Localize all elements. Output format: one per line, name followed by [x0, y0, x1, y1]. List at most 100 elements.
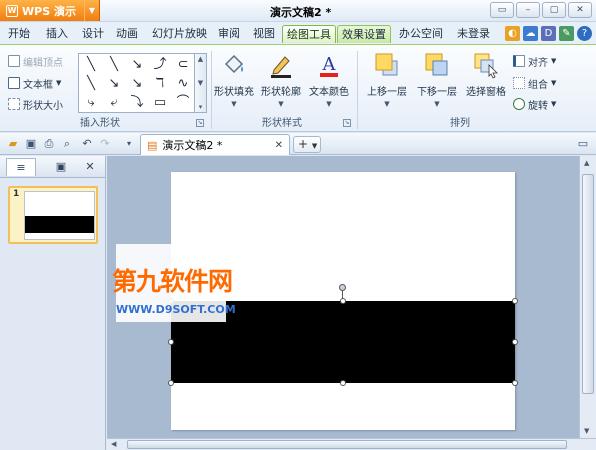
slide-thumbnail[interactable]: 1: [8, 186, 98, 244]
close-button[interactable]: ✕: [568, 2, 592, 18]
wps-app-button[interactable]: W WPS 演示 ▼: [0, 0, 100, 21]
tab-review[interactable]: 审阅: [216, 25, 242, 43]
skin-icon[interactable]: ◐: [505, 26, 520, 41]
quick-access-toolbar: ▰ ▣ ⎙ ⌕ ↶ ↷ ▾ ▤ 演示文稿2 * ✕ + ▼ ▭: [0, 133, 596, 155]
send-backward-button[interactable]: 下移一层 ▼: [413, 51, 461, 108]
gallery-shape[interactable]: ↘: [127, 56, 147, 74]
gallery-shape[interactable]: ⊂: [173, 56, 193, 74]
chevron-left-icon[interactable]: ◀: [111, 440, 116, 448]
tab-animation[interactable]: 动画: [114, 25, 140, 43]
selection-pane-label: 选择窗格: [466, 87, 506, 98]
undo-icon[interactable]: ↶: [80, 137, 94, 151]
textbox-button[interactable]: 文本框 ▼: [8, 75, 61, 91]
wps-logo-icon: W: [6, 4, 18, 17]
horizontal-scroll-thumb[interactable]: [127, 440, 567, 449]
tab-list-icon[interactable]: ▭: [576, 137, 590, 151]
group-button[interactable]: 组合 ▼: [513, 75, 556, 91]
docer-icon[interactable]: D: [541, 26, 556, 41]
tab-drawing-tools[interactable]: 绘图工具: [282, 25, 336, 43]
shape-fill-button[interactable]: 形状填充 ▼: [212, 51, 256, 108]
bring-forward-icon: [373, 51, 401, 79]
vertical-scrollbar[interactable]: ▲ ▼: [579, 156, 596, 438]
customize-toolbar-icon[interactable]: ▾: [122, 137, 136, 151]
selection-pane-button[interactable]: 选择窗格: [462, 51, 510, 98]
gallery-shape[interactable]: ↘: [127, 75, 147, 93]
gallery-shape[interactable]: ∿: [173, 75, 193, 93]
tab-office-space[interactable]: 办公空间: [397, 25, 445, 43]
restore-layout-button[interactable]: ▭: [490, 2, 514, 18]
feedback-icon[interactable]: ✎: [559, 26, 574, 41]
close-icon[interactable]: ✕: [275, 140, 283, 151]
rotate-label: 旋转: [528, 100, 548, 112]
resize-handle-se[interactable]: [512, 380, 518, 386]
resize-handle-s[interactable]: [340, 380, 346, 386]
title-bar: W WPS 演示 ▼ 演示文稿2 * ▭ – ▢ ✕: [0, 0, 596, 22]
gallery-shape[interactable]: ↘: [104, 75, 124, 93]
resize-handle-e[interactable]: [512, 339, 518, 345]
tab-outline[interactable]: ≡: [6, 158, 36, 176]
align-button[interactable]: 对齐 ▼: [513, 53, 556, 69]
gallery-shape[interactable]: ▭: [150, 94, 170, 112]
text-color-button[interactable]: A 文本颜色 ▼: [307, 51, 351, 108]
tab-slides[interactable]: ▣: [46, 158, 76, 176]
shape-fill-label: 形状填充: [214, 87, 254, 98]
horizontal-scrollbar[interactable]: ◀: [107, 438, 596, 450]
login-link[interactable]: 未登录: [455, 25, 492, 43]
bring-forward-label: 上移一层: [367, 87, 407, 98]
gallery-shape[interactable]: ⤵: [127, 94, 147, 112]
document-tab[interactable]: ▤ 演示文稿2 * ✕: [140, 134, 290, 155]
gallery-shape[interactable]: ⤶: [104, 94, 124, 112]
resize-handle-ne[interactable]: [512, 298, 518, 304]
expand-gallery-icon[interactable]: ▾: [199, 103, 203, 111]
redo-icon[interactable]: ↷: [98, 137, 112, 151]
resize-handle-sw[interactable]: [168, 380, 174, 386]
rotation-handle[interactable]: [339, 284, 346, 291]
gallery-shape[interactable]: ℸ: [150, 75, 170, 93]
shape-style-launcher-icon[interactable]: ↘: [343, 119, 351, 127]
save-icon[interactable]: ▣: [24, 137, 38, 151]
tab-design[interactable]: 设计: [80, 25, 106, 43]
chevron-down-icon[interactable]: ▼: [198, 79, 203, 87]
rotate-button[interactable]: 旋转 ▼: [513, 96, 556, 112]
print-icon[interactable]: ⎙: [42, 137, 56, 151]
chevron-down-icon[interactable]: ▼: [84, 0, 99, 21]
group-icon: [513, 77, 525, 89]
chevron-up-icon[interactable]: ▲: [198, 55, 203, 63]
shape-size-button[interactable]: 形状大小: [8, 96, 63, 112]
tab-slideshow[interactable]: 幻灯片放映: [150, 25, 209, 43]
close-pane-icon[interactable]: ✕: [78, 158, 102, 176]
gallery-shape[interactable]: ╲: [104, 56, 124, 74]
maximize-button[interactable]: ▢: [542, 2, 566, 18]
chevron-down-icon[interactable]: ▼: [584, 427, 589, 435]
tab-effect-settings[interactable]: 效果设置: [337, 25, 391, 43]
tab-home[interactable]: 开始: [6, 25, 32, 43]
edit-points-button[interactable]: 编辑顶点: [8, 53, 63, 69]
gallery-shape[interactable]: ⌒: [173, 94, 193, 112]
cloud-icon[interactable]: ☁: [523, 26, 538, 41]
chevron-down-icon: ▼: [551, 79, 557, 87]
insert-shape-launcher-icon[interactable]: ↘: [196, 119, 204, 127]
chevron-up-icon[interactable]: ▲: [584, 159, 589, 167]
resize-handle-n[interactable]: [340, 298, 346, 304]
shape-outline-button[interactable]: 形状轮廓 ▼: [259, 51, 303, 108]
gallery-shape[interactable]: ⤷: [81, 94, 101, 112]
help-icon[interactable]: ?: [577, 26, 592, 41]
window-title: 演示文稿2 *: [270, 6, 332, 19]
vertical-scroll-thumb[interactable]: [582, 174, 594, 394]
edit-points-icon: [8, 55, 20, 67]
resize-handle-w[interactable]: [168, 339, 174, 345]
bring-forward-button[interactable]: 上移一层 ▼: [363, 51, 411, 108]
new-tab-button[interactable]: + ▼: [293, 136, 321, 153]
shape-gallery[interactable]: ╲ ╲ ↘ ⤴ ⊂ ╲ ↘ ↘ ℸ ∿ ⤷ ⤶ ⤵ ▭ ⌒: [78, 53, 195, 113]
tab-view[interactable]: 视图: [251, 25, 277, 43]
shape-outline-label: 形状轮廓: [261, 87, 301, 98]
slides-pane: ≡ ▣ ✕ 1: [0, 156, 106, 450]
gallery-scrollbar[interactable]: ▲ ▼ ▾: [195, 53, 207, 113]
open-folder-icon[interactable]: ▰: [6, 137, 20, 151]
tab-insert[interactable]: 插入: [44, 25, 70, 43]
minimize-button[interactable]: –: [516, 2, 540, 18]
gallery-shape[interactable]: ⤴: [150, 56, 170, 74]
gallery-shape[interactable]: ╲: [81, 75, 101, 93]
gallery-shape[interactable]: ╲: [81, 56, 101, 74]
print-preview-icon[interactable]: ⌕: [60, 137, 74, 151]
